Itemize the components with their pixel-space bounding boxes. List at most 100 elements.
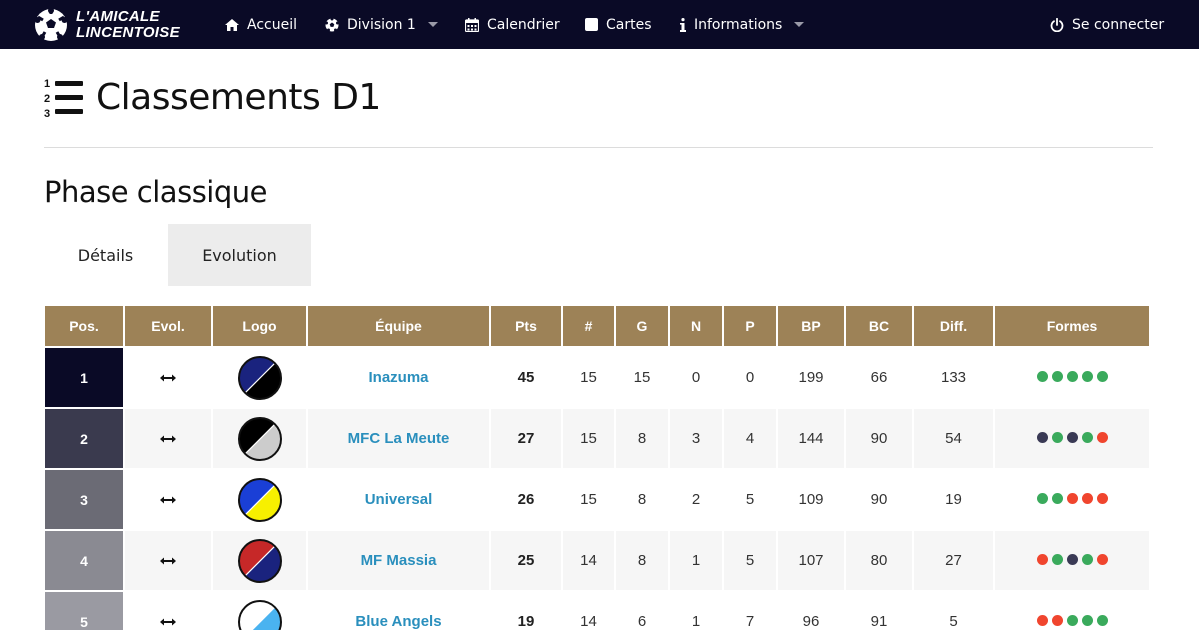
cell-played: 14 xyxy=(563,592,614,630)
cell-pts: 27 xyxy=(491,409,561,468)
form-dots xyxy=(1036,371,1108,382)
chevron-down-icon xyxy=(794,22,805,27)
cell-n: 2 xyxy=(670,470,722,529)
cell-n: 1 xyxy=(670,592,722,630)
tab-evolution-label: Evolution xyxy=(202,245,277,265)
cell-p: 5 xyxy=(724,531,776,590)
cell-g: 6 xyxy=(616,592,668,630)
table-header-row: Pos. Evol. Logo Équipe Pts # G N P BP BC… xyxy=(45,306,1149,346)
arrow-left-right-icon xyxy=(160,557,176,565)
team-logo[interactable] xyxy=(237,599,283,630)
nav-cartes-label: Cartes xyxy=(606,16,652,33)
svg-text:2: 2 xyxy=(44,93,50,105)
pos-value: 3 xyxy=(80,491,88,508)
header-equipe[interactable]: Équipe xyxy=(308,306,489,346)
nav-accueil[interactable]: Accueil xyxy=(225,0,297,49)
cell-pts: 26 xyxy=(491,470,561,529)
nav-calendrier-label: Calendrier xyxy=(487,16,560,33)
cell-team: Universal xyxy=(308,470,489,529)
header-p[interactable]: P xyxy=(724,306,776,346)
page-title-text: Classements D1 xyxy=(96,76,381,118)
header-n[interactable]: N xyxy=(670,306,722,346)
cell-formes xyxy=(995,409,1149,468)
form-dot-win xyxy=(1051,554,1063,565)
nav-division-1-label: Division 1 xyxy=(347,16,416,33)
pos-value: 4 xyxy=(80,552,88,569)
cell-g: 8 xyxy=(616,531,668,590)
svg-text:1: 1 xyxy=(44,78,50,90)
header-g[interactable]: G xyxy=(616,306,668,346)
chevron-down-icon xyxy=(427,22,438,27)
form-dot-win xyxy=(1036,371,1048,382)
nav-calendrier[interactable]: Calendrier xyxy=(465,0,560,49)
team-link[interactable]: Blue Angels xyxy=(355,613,441,630)
brand-logo[interactable]: L'AMICALE LINCENTOISE xyxy=(34,8,180,42)
form-dot-win xyxy=(1066,615,1078,626)
ordered-list-icon: 1 2 3 xyxy=(44,78,83,118)
arrow-left-right-icon xyxy=(160,496,176,504)
header-evol[interactable]: Evol. xyxy=(125,306,211,346)
team-logo[interactable] xyxy=(237,355,283,401)
form-dot-loss xyxy=(1036,615,1048,626)
home-icon xyxy=(225,18,239,31)
form-dot-loss xyxy=(1036,554,1048,565)
nav-cartes[interactable]: Cartes xyxy=(585,0,652,49)
header-pos[interactable]: Pos. xyxy=(45,306,123,346)
cell-logo xyxy=(213,348,306,407)
cell-diff: 27 xyxy=(914,531,993,590)
table-row: 4 MF Massia 25 14 8 1 5 107 80 27 xyxy=(45,531,1149,590)
cell-pts: 25 xyxy=(491,531,561,590)
form-dot-loss xyxy=(1081,493,1093,504)
header-bc[interactable]: BC xyxy=(846,306,912,346)
form-dot-win xyxy=(1096,615,1108,626)
cell-played: 15 xyxy=(563,470,614,529)
cell-evol xyxy=(125,348,211,407)
form-dot-loss xyxy=(1066,493,1078,504)
form-dot-win xyxy=(1096,371,1108,382)
cell-evol xyxy=(125,470,211,529)
pos-value: 2 xyxy=(80,430,88,447)
form-dots xyxy=(1036,432,1108,443)
team-logo[interactable] xyxy=(237,477,283,523)
form-dot-win xyxy=(1081,615,1093,626)
header-logo[interactable]: Logo xyxy=(213,306,306,346)
svg-text:3: 3 xyxy=(44,108,50,118)
table-row: 1 Inazuma 45 15 15 0 0 199 66 133 xyxy=(45,348,1149,407)
header-bp[interactable]: BP xyxy=(778,306,844,346)
header-played[interactable]: # xyxy=(563,306,614,346)
nav-division-1[interactable]: Division 1 xyxy=(325,0,438,49)
cell-bc: 66 xyxy=(846,348,912,407)
standings-table: Pos. Evol. Logo Équipe Pts # G N P BP BC… xyxy=(43,304,1151,630)
team-link[interactable]: MFC La Meute xyxy=(348,430,450,447)
cell-g: 15 xyxy=(616,348,668,407)
tab-details[interactable]: Détails xyxy=(44,224,167,286)
cell-bp: 96 xyxy=(778,592,844,630)
cell-pos: 2 xyxy=(45,409,123,468)
login-button[interactable]: Se connecter xyxy=(1050,0,1164,49)
cell-pos: 5 xyxy=(45,592,123,630)
cell-diff: 54 xyxy=(914,409,993,468)
form-dot-win xyxy=(1051,432,1063,443)
navbar: L'AMICALE LINCENTOISE Accueil Division 1… xyxy=(0,0,1199,49)
cell-n: 1 xyxy=(670,531,722,590)
team-link[interactable]: Inazuma xyxy=(368,369,428,386)
team-logo[interactable] xyxy=(237,416,283,462)
header-pts[interactable]: Pts xyxy=(491,306,561,346)
team-link[interactable]: MF Massia xyxy=(361,552,437,569)
page-title: 1 2 3 Classements D1 xyxy=(44,76,381,119)
header-formes[interactable]: Formes xyxy=(995,306,1149,346)
team-link[interactable]: Universal xyxy=(365,491,433,508)
form-dot-loss xyxy=(1096,432,1108,443)
cell-formes xyxy=(995,470,1149,529)
cell-team: Blue Angels xyxy=(308,592,489,630)
nav-informations[interactable]: Informations xyxy=(680,0,805,49)
arrow-left-right-icon xyxy=(160,374,176,382)
tab-evolution[interactable]: Evolution xyxy=(168,224,311,286)
team-logo[interactable] xyxy=(237,538,283,584)
cell-p: 0 xyxy=(724,348,776,407)
form-dot-draw xyxy=(1036,432,1048,443)
soccer-ball-icon xyxy=(325,17,339,32)
header-diff[interactable]: Diff. xyxy=(914,306,993,346)
cell-p: 4 xyxy=(724,409,776,468)
pos-value: 1 xyxy=(80,369,88,386)
